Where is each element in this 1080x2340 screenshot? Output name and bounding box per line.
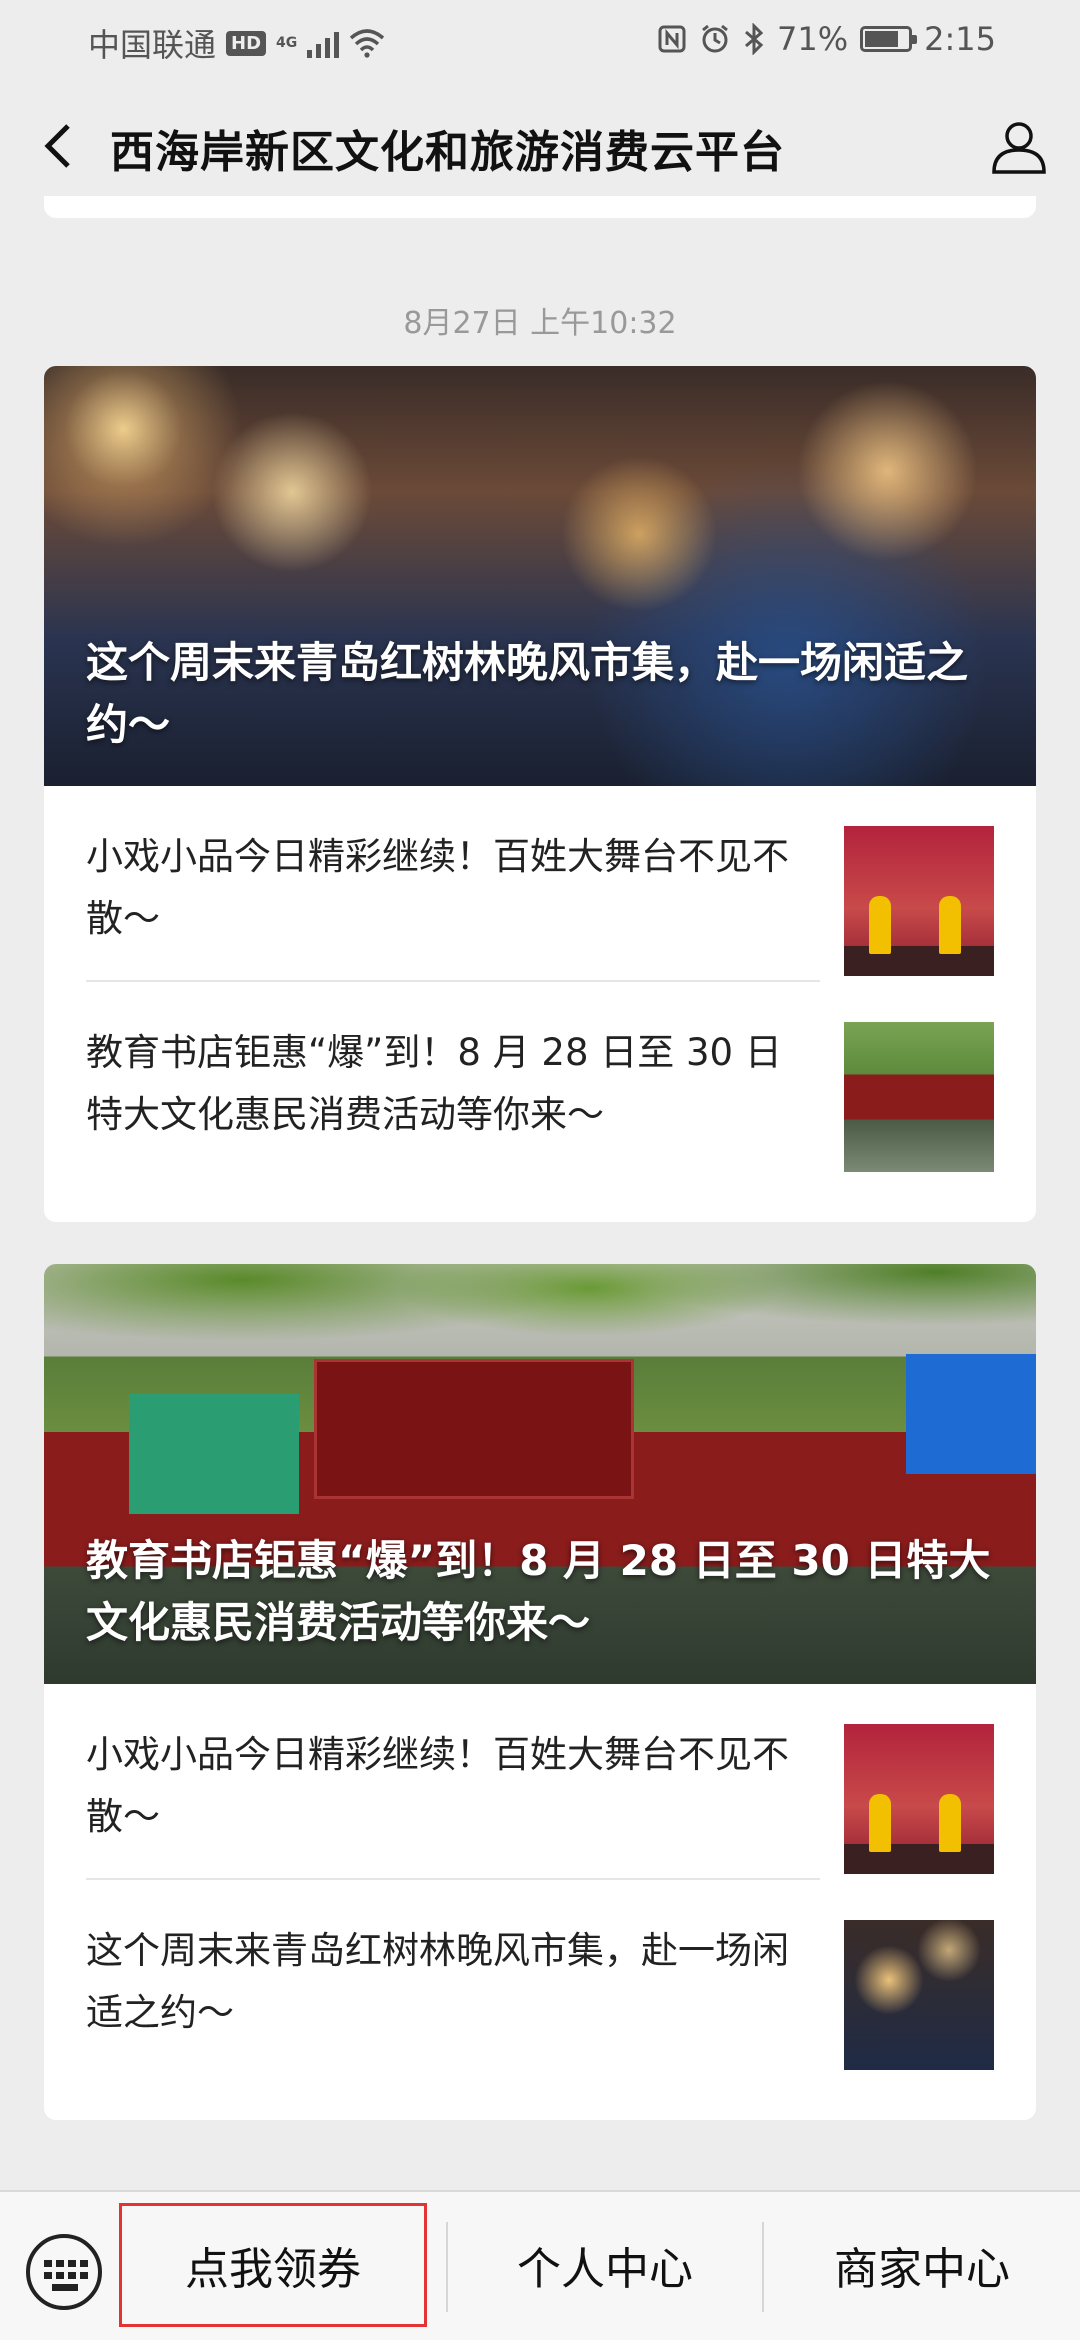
list-item[interactable]: 教育书店钜惠“爆”到！8 月 28 日至 30 日特大文化惠民消费活动等你来～ <box>44 982 1036 1178</box>
nfc-icon <box>658 25 686 53</box>
carrier-label: 中国联通 <box>88 26 217 64</box>
previous-card-edge <box>44 196 1036 218</box>
message-timestamp: 8月27日 上午10:32 <box>403 306 677 341</box>
list-item-thumbnail <box>844 1724 994 1874</box>
list-item[interactable]: 小戏小品今日精彩继续！百姓大舞台不见不散～ <box>44 1684 1036 1880</box>
hero-article-title: 教育书店钜惠“爆”到！8 月 28 日至 30 日特大文化惠民消费活动等你来～ <box>86 1536 991 1647</box>
page-title: 西海岸新区文化和旅游消费云平台 <box>110 127 785 178</box>
list-item-thumbnail <box>844 826 994 976</box>
list-item-title: 小戏小品今日精彩继续！百姓大舞台不见不散～ <box>86 835 789 940</box>
hero-article[interactable]: 这个周末来青岛红树林晚风市集，赴一场闲适之约～ <box>44 366 1036 786</box>
status-left: 中国联通 HD 4G <box>88 20 385 66</box>
title-bar: 西海岸新区文化和旅游消费云平台 <box>0 80 1080 210</box>
list-item-thumbnail <box>844 1920 994 2070</box>
menu-button-coupon[interactable]: 点我领券 <box>119 2203 427 2327</box>
article-card: 这个周末来青岛红树林晚风市集，赴一场闲适之约～ 小戏小品今日精彩继续！百姓大舞台… <box>44 366 1036 1222</box>
alarm-icon <box>702 24 728 53</box>
hd-badge: HD <box>226 30 267 56</box>
hero-article-title: 这个周末来青岛红树林晚风市集，赴一场闲适之约～ <box>86 638 969 749</box>
wifi-icon <box>350 29 385 58</box>
status-bar: 中国联通 HD 4G 71% 2:15 <box>0 0 1080 80</box>
list-item[interactable]: 小戏小品今日精彩继续！百姓大舞台不见不散～ <box>44 786 1036 982</box>
list-item-thumbnail <box>844 1022 994 1172</box>
list-item-title: 这个周末来青岛红树林晚风市集，赴一场闲适之约～ <box>86 1929 789 2034</box>
hero-article[interactable]: 教育书店钜惠“爆”到！8 月 28 日至 30 日特大文化惠民消费活动等你来～ <box>44 1264 1036 1684</box>
list-item-title: 小戏小品今日精彩继续！百姓大舞台不见不散～ <box>86 1733 789 1838</box>
menu-button-label: 点我领券 <box>185 2244 361 2295</box>
bluetooth-icon <box>745 23 764 55</box>
menu-button-personal-center[interactable]: 个人中心 <box>448 2206 762 2324</box>
battery-icon <box>860 26 918 52</box>
status-right: 71% 2:15 <box>657 20 996 58</box>
user-profile-icon[interactable] <box>988 116 1050 178</box>
article-card: 教育书店钜惠“爆”到！8 月 28 日至 30 日特大文化惠民消费活动等你来～ … <box>44 1264 1036 2120</box>
list-item-title: 教育书店钜惠“爆”到！8 月 28 日至 30 日特大文化惠民消费活动等你来～ <box>86 1031 782 1136</box>
bottom-menu: 点我领券 个人中心 商家中心 <box>0 2190 1080 2340</box>
menu-button-label: 个人中心 <box>517 2244 693 2295</box>
back-arrow-icon[interactable] <box>34 118 90 174</box>
clock: 2:15 <box>924 20 996 58</box>
signal-icon <box>307 28 340 58</box>
menu-button-label: 商家中心 <box>834 2244 1010 2295</box>
keyboard-toggle-icon[interactable] <box>26 2234 102 2310</box>
list-item[interactable]: 这个周末来青岛红树林晚风市集，赴一场闲适之约～ <box>44 1880 1036 2076</box>
network-type: 4G <box>276 35 298 51</box>
battery-percent: 71% <box>777 20 849 58</box>
menu-button-merchant-center[interactable]: 商家中心 <box>764 2206 1080 2324</box>
